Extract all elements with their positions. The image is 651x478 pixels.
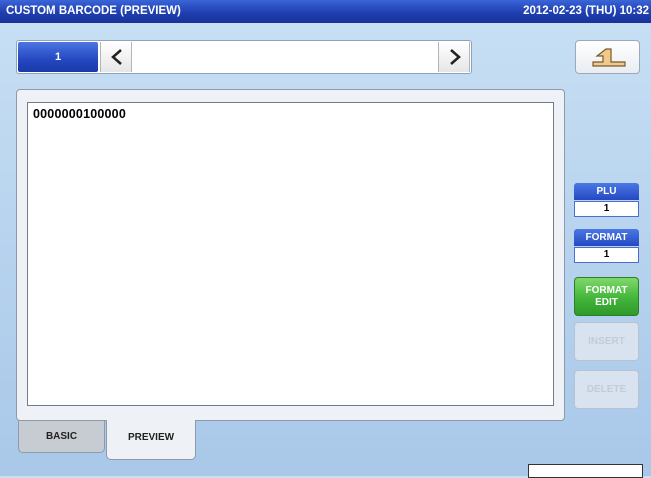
return-arrow-icon [592,48,626,67]
format-edit-button[interactable]: FORMAT EDIT [574,277,639,316]
format-value[interactable]: 1 [574,247,639,263]
record-name-field[interactable] [133,42,437,72]
preview-panel: 0000000100000 [16,89,565,421]
previous-button[interactable] [100,42,132,72]
insert-button[interactable]: INSERT [574,322,639,361]
delete-button[interactable]: DELETE [574,370,639,409]
plu-value[interactable]: 1 [574,201,639,217]
tab-basic[interactable]: BASIC [18,421,105,453]
plu-label: PLU [574,183,639,200]
barcode-preview-area: 0000000100000 [27,102,554,406]
chevron-left-icon [111,49,122,65]
barcode-preview-value: 0000000100000 [33,107,126,121]
chevron-right-icon [450,49,461,65]
page-number-indicator: 1 [18,42,98,72]
back-button[interactable] [575,40,640,74]
record-navigator: 1 [16,40,472,74]
format-edit-label-line2: EDIT [595,297,618,308]
title-bar: CUSTOM BARCODE (PREVIEW) 2012-02-23 (THU… [0,0,651,23]
tab-preview[interactable]: PREVIEW [106,420,196,460]
format-edit-label-line1: FORMAT [585,285,628,296]
window-title: CUSTOM BARCODE (PREVIEW) [6,5,181,17]
format-label: FORMAT [574,229,639,246]
datetime-display: 2012-02-23 (THU) 10:32 [523,5,649,17]
next-button[interactable] [438,42,470,72]
